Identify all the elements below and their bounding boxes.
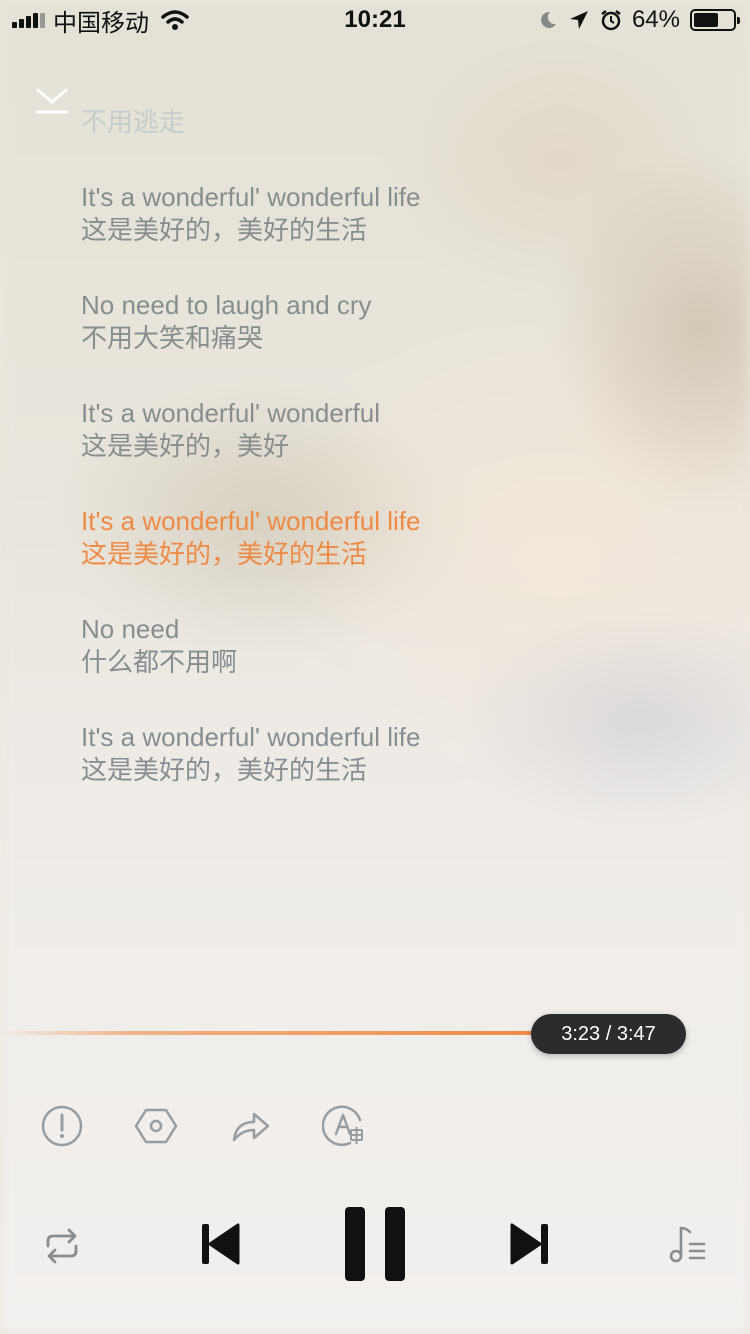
progress-fill <box>0 1031 533 1035</box>
lyric-en: It's a wonderful' wonderful life <box>81 506 421 536</box>
settings-button[interactable] <box>134 1104 178 1148</box>
lyric-line: No need 什么都不用啊 <box>81 612 237 680</box>
previous-track-button[interactable] <box>198 1220 242 1268</box>
lyric-line-previous: 不用逃走 <box>81 106 185 140</box>
battery-fill <box>694 13 719 27</box>
pause-icon <box>345 1207 405 1281</box>
playlist-icon <box>669 1226 706 1263</box>
share-icon <box>232 1112 270 1142</box>
lyric-line-current: It's a wonderful' wonderful life 这是美好的，美… <box>81 504 420 572</box>
lyric-line: It's a wonderful' wonderful 这是美好的，美好 <box>81 396 380 464</box>
lyric-en: No need to laugh and cry <box>81 290 372 320</box>
lyric-line: No need to laugh and cry 不用大笑和痛哭 <box>81 288 372 356</box>
lyric-zh: 这是美好的，美好 <box>81 432 290 462</box>
exclamation-icon <box>41 1105 83 1147</box>
alarm-icon <box>601 10 621 31</box>
lyric-zh: 这是美好的，美好的生活 <box>81 540 368 570</box>
lyric-zh: 不用逃走 <box>81 108 186 138</box>
location-arrow-icon <box>569 11 588 29</box>
collapse-button[interactable] <box>28 80 76 120</box>
lyric-en: No need <box>81 614 180 644</box>
hexagon-settings-icon <box>134 1108 178 1144</box>
lyric-zh: 这是美好的，美好的生活 <box>81 756 368 786</box>
skip-next-icon <box>510 1223 548 1265</box>
status-bar: 中国移动 10:21 64% <box>0 0 750 40</box>
repeat-icon <box>46 1228 78 1264</box>
lyric-en: It's a wonderful' wonderful <box>81 398 380 428</box>
lyric-en: It's a wonderful' wonderful life <box>81 182 421 212</box>
lyric-line: It's a wonderful' wonderful life 这是美好的，美… <box>81 180 420 248</box>
chevron-down-icon <box>35 88 69 114</box>
lyric-zh: 什么都不用啊 <box>81 648 238 678</box>
next-track-button[interactable] <box>508 1220 552 1268</box>
moon-icon <box>541 11 556 28</box>
pause-button[interactable] <box>344 1206 406 1282</box>
skip-previous-icon <box>202 1223 240 1265</box>
report-button[interactable] <box>40 1104 84 1148</box>
lyric-zh: 这是美好的，美好的生活 <box>81 216 368 246</box>
lyric-zh: 不用大笑和痛哭 <box>81 324 264 354</box>
repeat-button[interactable] <box>40 1224 84 1268</box>
battery-icon <box>690 9 740 31</box>
share-button[interactable] <box>228 1104 272 1148</box>
progress-time-handle[interactable]: 3:23 / 3:47 <box>531 1014 686 1054</box>
battery-percent: 64% <box>631 6 680 33</box>
translate-button[interactable] <box>321 1104 366 1148</box>
lyric-line: It's a wonderful' wonderful life 这是美好的，美… <box>81 720 420 788</box>
playlist-button[interactable] <box>666 1222 710 1266</box>
lyric-en: It's a wonderful' wonderful life <box>81 722 421 752</box>
translate-icon <box>321 1105 363 1147</box>
